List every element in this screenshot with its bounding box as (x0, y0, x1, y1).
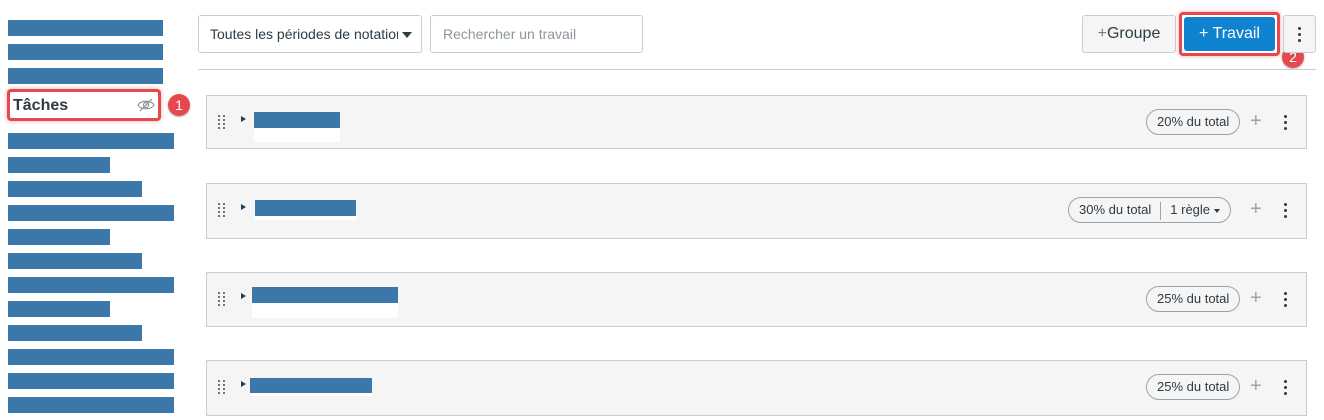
add-group-button[interactable]: +Groupe (1082, 15, 1176, 53)
search-assignment-input[interactable] (430, 15, 643, 53)
grading-period-select[interactable]: Toutes les périodes de notation (198, 15, 422, 53)
add-assignment-to-group-icon[interactable]: + (1250, 373, 1262, 399)
eye-slash-icon[interactable] (137, 97, 155, 113)
sidebar-item-redacted[interactable] (8, 253, 142, 269)
group-weight-label: 20% du total (1157, 114, 1230, 129)
sidebar-item-label: Tâches (13, 97, 69, 114)
add-assignment-to-group-icon[interactable]: + (1250, 108, 1262, 134)
add-assignment-to-group-icon[interactable]: + (1250, 285, 1262, 311)
group-name-redacted[interactable] (254, 112, 340, 128)
group-options-kebab-icon[interactable] (1284, 292, 1287, 310)
group-name-redacted[interactable] (252, 287, 398, 303)
sidebar-item-redacted[interactable] (8, 20, 163, 36)
plus-icon: + (1199, 25, 1209, 42)
pill-divider (1160, 201, 1162, 220)
toolbar-divider (198, 69, 1316, 70)
assignment-group-row[interactable]: 25% du total + (206, 272, 1307, 327)
drag-handle-icon[interactable] (218, 380, 226, 395)
sidebar-item-tasks[interactable]: Tâches (7, 89, 161, 121)
expand-toggle-icon[interactable] (241, 204, 246, 210)
kebab-icon (1298, 27, 1301, 45)
caret-down-icon (1214, 208, 1221, 213)
group-options-kebab-icon[interactable] (1284, 203, 1287, 221)
drag-handle-icon[interactable] (218, 203, 226, 218)
group-name-redacted[interactable] (250, 378, 372, 393)
group-weight-pill: 25% du total (1146, 286, 1241, 312)
add-group-label: Groupe (1106, 25, 1161, 42)
assignment-group-row[interactable]: 20% du total + (206, 95, 1307, 149)
sidebar-item-redacted[interactable] (8, 181, 142, 197)
drag-handle-icon[interactable] (218, 115, 226, 130)
group-weight-label: 30% du total (1079, 202, 1152, 217)
grading-period-value: Toutes les périodes de notation (210, 26, 398, 42)
sidebar-item-redacted[interactable] (8, 373, 174, 389)
caret-down-icon (402, 32, 412, 38)
group-name-redacted[interactable] (255, 200, 356, 216)
sidebar-item-redacted[interactable] (8, 68, 163, 84)
expand-toggle-icon[interactable] (241, 381, 246, 387)
group-weight-pill: 25% du total (1146, 374, 1241, 400)
group-name-redacted-underlay (252, 303, 398, 318)
group-name-redacted-underlay (254, 128, 340, 142)
expand-toggle-icon[interactable] (241, 116, 246, 122)
assignment-group-row[interactable]: 25% du total + (206, 360, 1307, 416)
group-weight-pill[interactable]: 30% du total 1 règle (1068, 197, 1232, 223)
sidebar-item-redacted[interactable] (8, 349, 174, 365)
add-assignment-to-group-icon[interactable]: + (1250, 196, 1262, 222)
add-assignment-button[interactable]: + Travail (1184, 17, 1275, 51)
drag-handle-icon[interactable] (218, 292, 226, 307)
plus-icon: + (1097, 25, 1107, 42)
group-options-kebab-icon[interactable] (1284, 380, 1287, 398)
group-weight-label: 25% du total (1157, 379, 1230, 394)
callout-badge-1: 1 (168, 94, 190, 116)
sidebar-item-redacted[interactable] (8, 229, 110, 245)
group-weight-label: 25% du total (1157, 291, 1230, 306)
group-rules-label: 1 règle (1170, 202, 1211, 217)
sidebar-item-redacted[interactable] (8, 44, 163, 60)
assignment-group-row[interactable]: 30% du total 1 règle + (206, 183, 1307, 239)
add-assignment-highlight: + Travail (1179, 12, 1280, 56)
more-options-button[interactable] (1283, 15, 1316, 53)
sidebar-item-redacted[interactable] (8, 157, 110, 173)
sidebar-item-redacted[interactable] (8, 277, 174, 293)
group-options-kebab-icon[interactable] (1284, 115, 1287, 133)
expand-toggle-icon[interactable] (241, 293, 246, 299)
sidebar-item-redacted[interactable] (8, 205, 174, 221)
sidebar-item-redacted[interactable] (8, 133, 174, 149)
sidebar-item-redacted[interactable] (8, 301, 110, 317)
group-weight-pill: 20% du total (1146, 109, 1241, 135)
group-name-redacted-underlay (250, 393, 372, 396)
add-assignment-label: Travail (1212, 25, 1260, 42)
group-name-redacted-underlay (255, 216, 356, 220)
sidebar-item-redacted[interactable] (8, 397, 174, 413)
sidebar-item-redacted[interactable] (8, 325, 142, 341)
